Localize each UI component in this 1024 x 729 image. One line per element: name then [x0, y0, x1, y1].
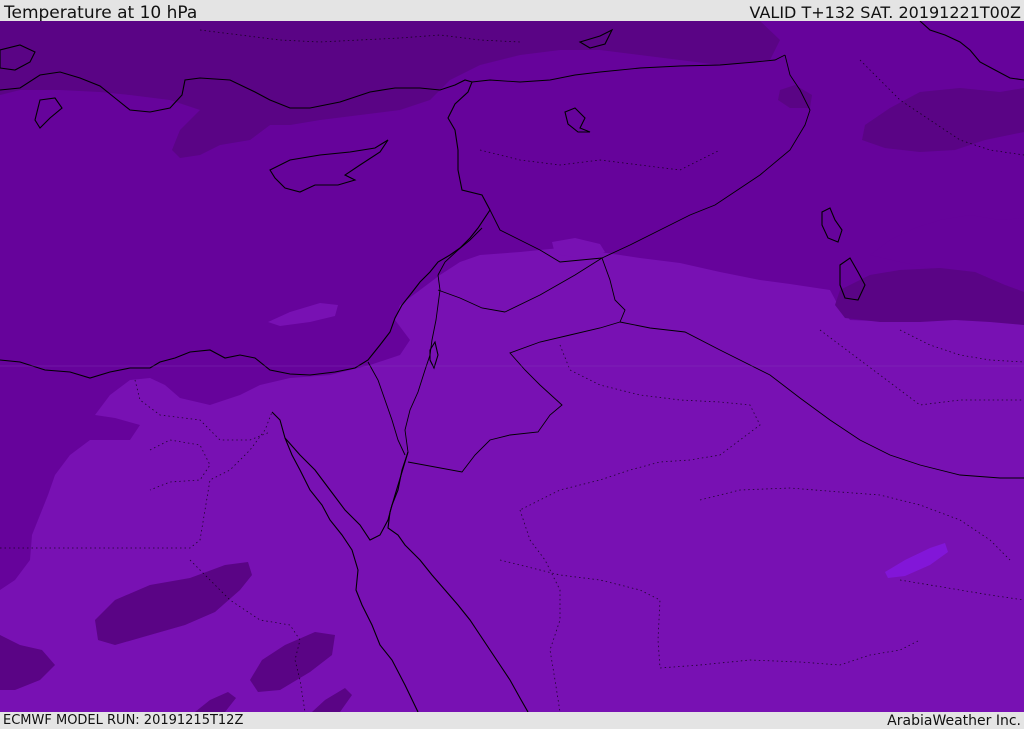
- valid-time-label: VALID T+132 SAT. 20191221T00Z: [749, 3, 1021, 22]
- credit-label: ArabiaWeather Inc.: [887, 713, 1021, 729]
- header-bar: Temperature at 10 hPa VALID T+132 SAT. 2…: [0, 0, 1024, 23]
- footer-bar: ECMWF MODEL RUN: 20191215T12Z ArabiaWeat…: [0, 712, 1024, 729]
- map-title: Temperature at 10 hPa: [4, 3, 198, 23]
- model-run-label: ECMWF MODEL RUN: 20191215T12Z: [3, 713, 244, 728]
- temperature-map: [0, 21, 1024, 712]
- map-canvas[interactable]: [0, 21, 1024, 712]
